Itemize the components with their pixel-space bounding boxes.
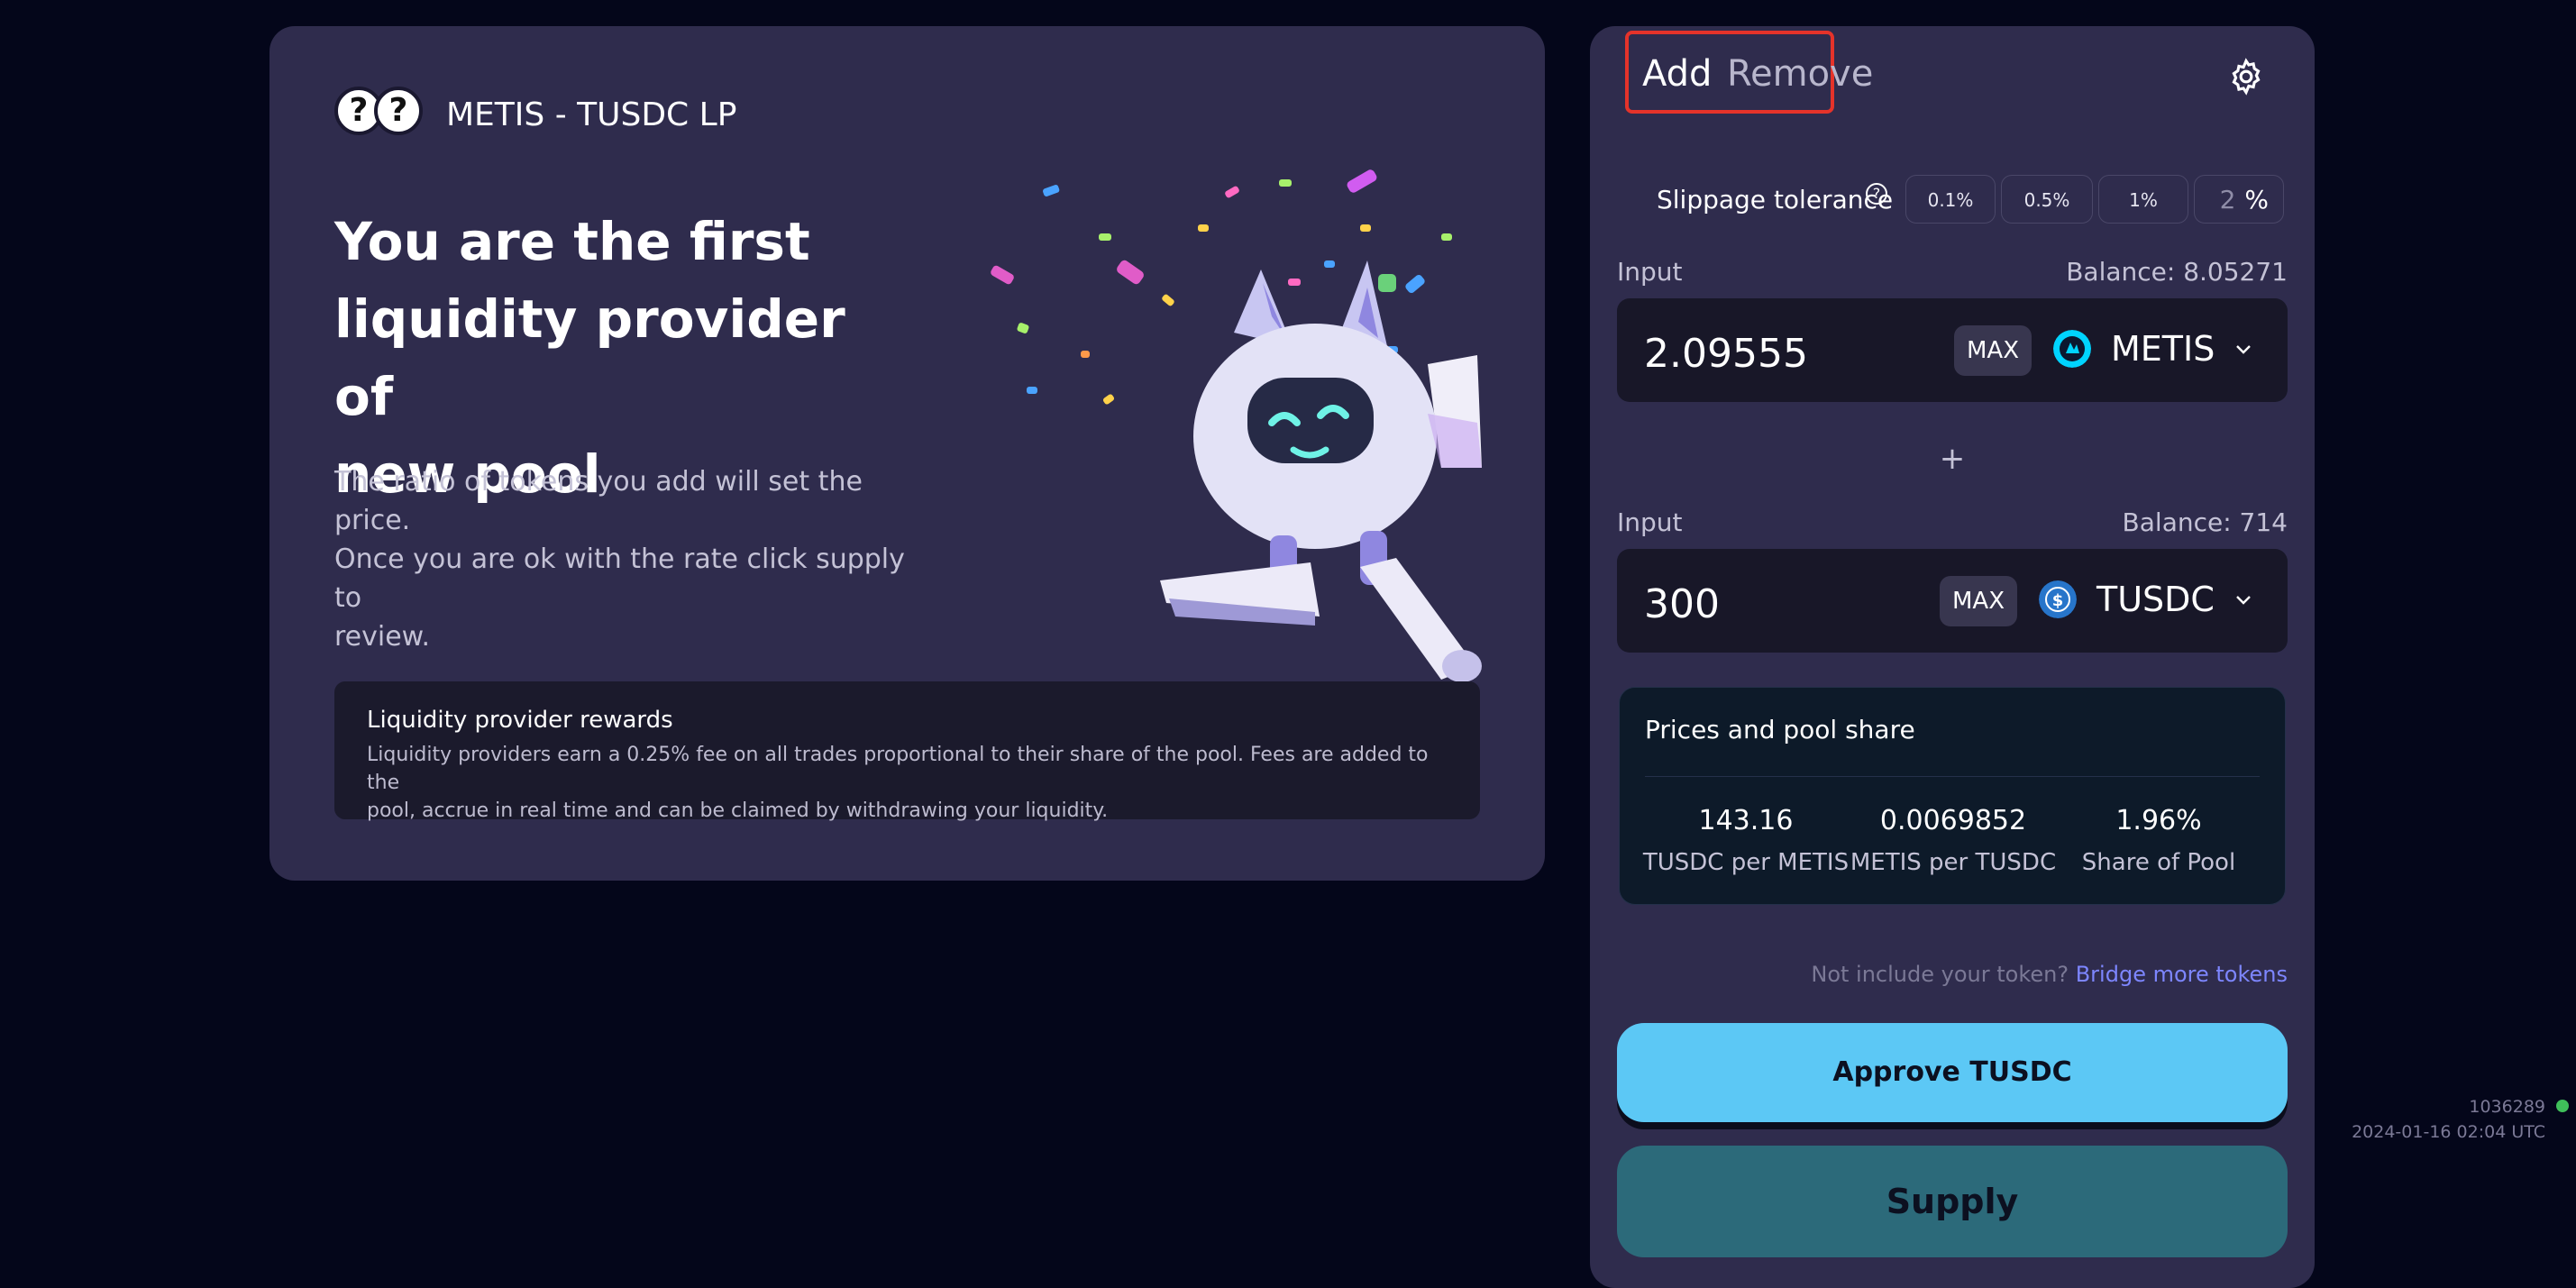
add-liquidity-card: Add Remove Slippage tolerance ? 0.1% 0.5… [1590, 26, 2315, 1288]
chevron-down-icon [2236, 345, 2252, 354]
bridge-hint-text: Not include your token? [1811, 962, 2069, 987]
pair-name: METIS - TUSDC LP [446, 96, 737, 133]
gear-icon[interactable] [2226, 57, 2266, 96]
desc-line: The ratio of tokens you add will set the… [334, 466, 863, 536]
prices-pool-share-panel: Prices and pool share 143.16 TUSDC per M… [1619, 687, 2286, 905]
slippage-percent-unit: % [2244, 184, 2269, 215]
metis-token-icon [2053, 330, 2091, 368]
tusdc-token-icon: $ [2039, 580, 2077, 618]
price-item: 0.0069852 METIS per TUSDC [1845, 805, 2061, 876]
network-status: 1036289 2024-01-16 02:04 UTC [2352, 1094, 2545, 1145]
price-item: 143.16 TUSDC per METIS [1638, 805, 1854, 876]
hero-description: The ratio of tokens you add will set the… [334, 462, 929, 656]
input1-balance: Balance: 8.05271 [2066, 257, 2288, 287]
robot-body-icon [1160, 260, 1482, 682]
hero-line: You are the first [334, 211, 810, 272]
input2-balance: Balance: 714 [2122, 507, 2288, 537]
robot-mascot-icon [991, 169, 1482, 682]
rewards-text: Liquidity providers earn a 0.25% fee on … [367, 741, 1448, 825]
rewards-line: pool, accrue in real time and can be cla… [367, 799, 1109, 822]
slippage-label: Slippage tolerance [1657, 185, 1894, 215]
input1-max-button[interactable]: MAX [1954, 325, 2032, 376]
desc-line: Once you are ok with the rate click supp… [334, 544, 905, 614]
status-timestamp: 2024-01-16 02:04 UTC [2352, 1122, 2545, 1142]
hero-line: liquidity provider of [334, 288, 845, 427]
input1-amount[interactable]: 2.09555 [1644, 331, 1808, 377]
rewards-title: Liquidity provider rewards [367, 707, 673, 734]
slippage-custom-input[interactable]: 2 % [2194, 175, 2284, 224]
tab-remove[interactable]: Remove [1727, 53, 1873, 95]
input2-amount[interactable]: 300 [1644, 581, 1720, 627]
slippage-custom-value[interactable]: 2 [2220, 185, 2236, 215]
supply-button[interactable]: Supply [1617, 1146, 2288, 1257]
block-number: 1036289 [2469, 1097, 2545, 1117]
rewards-line: Liquidity providers earn a 0.25% fee on … [367, 744, 1429, 794]
input2-max-button[interactable]: MAX [1940, 576, 2018, 626]
help-icon[interactable]: ? [1866, 183, 1887, 205]
input2-token-select[interactable]: $ TUSDC [2039, 580, 2254, 619]
input2-token-name: TUSDC [2096, 580, 2215, 619]
desc-line: review. [334, 621, 430, 653]
input1-label: Input [1617, 257, 1683, 287]
chevron-down-icon [2236, 596, 2251, 605]
slippage-option-0.1[interactable]: 0.1% [1905, 175, 1996, 224]
bridge-hint: Not include your token? Bridge more toke… [1811, 962, 2288, 987]
input1-token-select[interactable]: METIS [2053, 329, 2254, 369]
unknown-token-b-icon: ? [374, 87, 423, 135]
prices-title: Prices and pool share [1645, 715, 1915, 744]
prices-divider [1645, 776, 2260, 777]
status-indicator-icon [2556, 1100, 2569, 1112]
price-item: 1.96% Share of Pool [2051, 805, 2267, 876]
input1-box: 2.09555 MAX METIS [1617, 298, 2288, 402]
price-value: 143.16 [1698, 805, 1794, 836]
slippage-option-0.5[interactable]: 0.5% [2001, 175, 2093, 224]
price-label: TUSDC per METIS [1642, 849, 1850, 876]
bridge-more-tokens-link[interactable]: Bridge more tokens [2076, 962, 2288, 987]
pool-info-card: ? ? METIS - TUSDC LP You are the first l… [269, 26, 1545, 881]
input2-box: 300 MAX $ TUSDC [1617, 549, 2288, 653]
pair-header: ? ? METIS - TUSDC LP [334, 87, 736, 142]
svg-text:$: $ [2052, 591, 2064, 610]
pair-token-icons: ? ? [334, 87, 426, 142]
price-label: METIS per TUSDC [1850, 849, 2057, 876]
input2-label: Input [1617, 507, 1683, 537]
approve-tusdc-button[interactable]: Approve TUSDC [1617, 1023, 2288, 1122]
plus-icon: + [1939, 441, 1966, 477]
input1-token-name: METIS [2111, 329, 2215, 369]
price-value: 1.96% [2115, 805, 2202, 836]
rewards-info-box: Liquidity provider rewards Liquidity pro… [334, 681, 1480, 822]
tab-add[interactable]: Add [1642, 53, 1712, 95]
price-label: Share of Pool [2081, 849, 2236, 876]
price-value: 0.0069852 [1879, 805, 2027, 836]
slippage-option-1[interactable]: 1% [2098, 175, 2188, 224]
